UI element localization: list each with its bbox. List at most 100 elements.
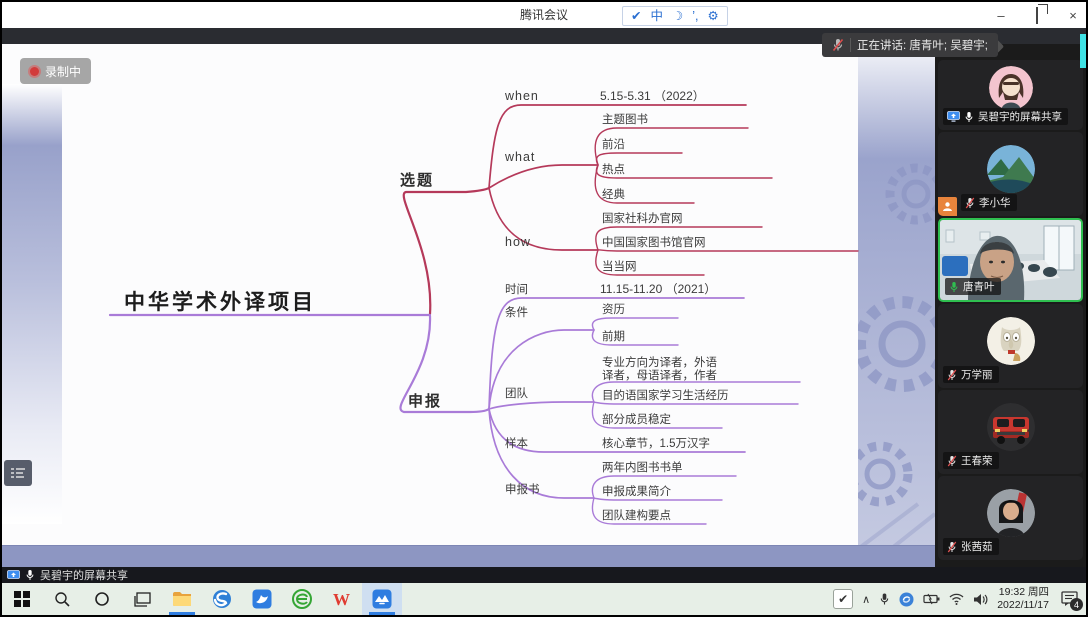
windows-taskbar: W ✔ ∧	[2, 583, 1086, 615]
speaking-text: 正在讲话: 唐青叶; 吴碧宇;	[857, 37, 988, 53]
ime-tray-icon[interactable]: ✔	[833, 589, 853, 609]
participant-tile[interactable]: 李小华	[938, 132, 1083, 216]
tencent-meeting-button[interactable]	[362, 583, 402, 615]
mic-muted-icon	[947, 541, 957, 553]
svg-text:W: W	[333, 590, 350, 608]
file-explorer-button[interactable]	[162, 583, 202, 615]
window-titlebar: 腾讯会议 ✔ 中 ☽ ’, ⚙ – ×	[2, 2, 1086, 28]
tencent-meeting-icon	[372, 589, 392, 609]
participant-name: 张茜茹	[961, 539, 993, 554]
blue-swirl-browser-icon	[212, 589, 232, 609]
ime-moon-icon[interactable]: ☽	[672, 6, 683, 26]
participant-name: 唐青叶	[963, 279, 995, 294]
notification-center-button[interactable]: 4	[1058, 588, 1080, 610]
node-what-child: 主题图书	[602, 113, 648, 126]
browser-swirl-button[interactable]	[202, 583, 242, 615]
clock-date: 2022/11/17	[997, 599, 1049, 612]
tray-mic-icon[interactable]	[879, 592, 890, 606]
restore-icon	[1036, 7, 1038, 24]
mic-muted-icon	[947, 455, 957, 467]
restore-button[interactable]	[1030, 8, 1044, 23]
wps-button[interactable]: W	[322, 583, 362, 615]
participant-tile[interactable]: 张茜茹	[938, 476, 1083, 560]
speaker-icon[interactable]	[973, 593, 988, 606]
blue-bird-app-icon	[252, 589, 272, 609]
mic-on-icon	[964, 111, 974, 123]
list-icon	[11, 467, 25, 479]
branch-xuanti: 选题	[400, 171, 434, 189]
node-tuandui-line2: 译者，母语译者，作者	[602, 369, 717, 382]
ime-punctuation-icon[interactable]: ’,	[692, 6, 698, 26]
node-what: what	[504, 150, 535, 164]
minimize-button[interactable]: –	[994, 8, 1008, 23]
node-how: how	[505, 235, 531, 249]
participant-tile-speaking[interactable]: 唐青叶	[938, 218, 1083, 302]
node-what-child: 热点	[602, 163, 625, 176]
host-badge-icon	[938, 197, 957, 216]
windows-logo-icon	[14, 591, 30, 607]
participant-name: 万学丽	[961, 367, 993, 382]
recording-label: 录制中	[45, 63, 81, 80]
participant-tile[interactable]: 吴碧宇的屏幕共享	[938, 60, 1083, 130]
mic-muted-icon	[965, 197, 975, 209]
green-e-browser-icon	[292, 589, 312, 609]
node-tuandui-child: 部分成员稳定	[602, 412, 671, 426]
participant-name: 吴碧宇的屏幕共享	[978, 109, 1062, 124]
node-what-child: 前沿	[602, 137, 625, 151]
notification-badge: 4	[1070, 598, 1083, 611]
participant-tile[interactable]: 王春荣	[938, 390, 1083, 474]
avatar-cartoon-character	[987, 317, 1035, 365]
node-shenbaoshu-child: 申报成果简介	[602, 484, 671, 498]
task-view-button[interactable]	[122, 583, 162, 615]
hidden-icons-chevron[interactable]: ∧	[862, 593, 870, 606]
avatar-landscape	[987, 145, 1035, 193]
node-yangben: 样本	[505, 436, 528, 450]
green-browser-button[interactable]	[282, 583, 322, 615]
ime-check-icon[interactable]: ✔	[631, 6, 641, 26]
screen-share-icon	[7, 570, 20, 581]
branch-shenbao: 申报	[408, 392, 442, 410]
ime-toolbar[interactable]: ✔ 中 ☽ ’, ⚙	[622, 6, 728, 26]
edge-scroll-indicator	[1080, 34, 1086, 68]
ime-language-icon[interactable]: 中	[650, 6, 663, 26]
battery-icon[interactable]	[923, 593, 940, 605]
desktop: 腾讯会议 ✔ 中 ☽ ’, ⚙ – × 正在讲话: 唐青叶; 吴碧宇;	[0, 0, 1088, 617]
cortana-button[interactable]	[82, 583, 122, 615]
mindmap: 中华学术外译项目 选题 申报 when 5.15-5.31 （2022） wha…	[2, 44, 935, 567]
tooltip-divider	[850, 38, 851, 52]
participant-name: 王春荣	[961, 453, 993, 468]
share-banner-text: 吴碧宇的屏幕共享	[40, 567, 128, 583]
avatar-cartoon-girl	[989, 66, 1033, 110]
search-icon	[54, 591, 70, 607]
recording-badge[interactable]: 录制中	[20, 58, 91, 84]
folder-icon	[172, 591, 192, 607]
messenger-button[interactable]	[242, 583, 282, 615]
window-title: 腾讯会议	[2, 2, 1086, 28]
close-button[interactable]: ×	[1066, 8, 1080, 23]
node-tuandui: 团队	[505, 386, 528, 400]
search-button[interactable]	[42, 583, 82, 615]
shared-screen: 录制中	[2, 44, 935, 567]
node-time-value: 11.15-11.20 （2021）	[600, 282, 716, 296]
ime-gear-icon[interactable]: ⚙	[707, 6, 718, 26]
node-how-child: 中国国家图书馆官网	[602, 235, 706, 249]
node-how-child: 国家社科办官网	[602, 211, 683, 225]
mindmap-root: 中华学术外译项目	[124, 290, 316, 314]
node-shenbaoshu: 申报书	[505, 482, 540, 496]
participant-name: 李小华	[979, 195, 1011, 210]
node-shenbaoshu-child: 团队建构要点	[602, 508, 671, 522]
start-button[interactable]	[2, 583, 42, 615]
tray-sync-icon[interactable]	[899, 592, 914, 607]
tray-clock[interactable]: 19:32 周四 2022/11/17	[997, 586, 1049, 612]
share-banner: 吴碧宇的屏幕共享	[2, 567, 1086, 583]
task-view-icon	[134, 592, 151, 607]
node-how-child: 当当网	[602, 259, 637, 273]
screen-share-icon	[947, 111, 960, 122]
mic-muted-icon	[947, 369, 957, 381]
mic-speaking-icon	[949, 281, 959, 293]
node-time: 时间	[505, 283, 528, 296]
outline-toggle-button[interactable]	[4, 460, 32, 486]
wifi-icon[interactable]	[949, 593, 964, 605]
node-when: when	[504, 89, 539, 103]
participant-tile[interactable]: 万学丽	[938, 304, 1083, 388]
